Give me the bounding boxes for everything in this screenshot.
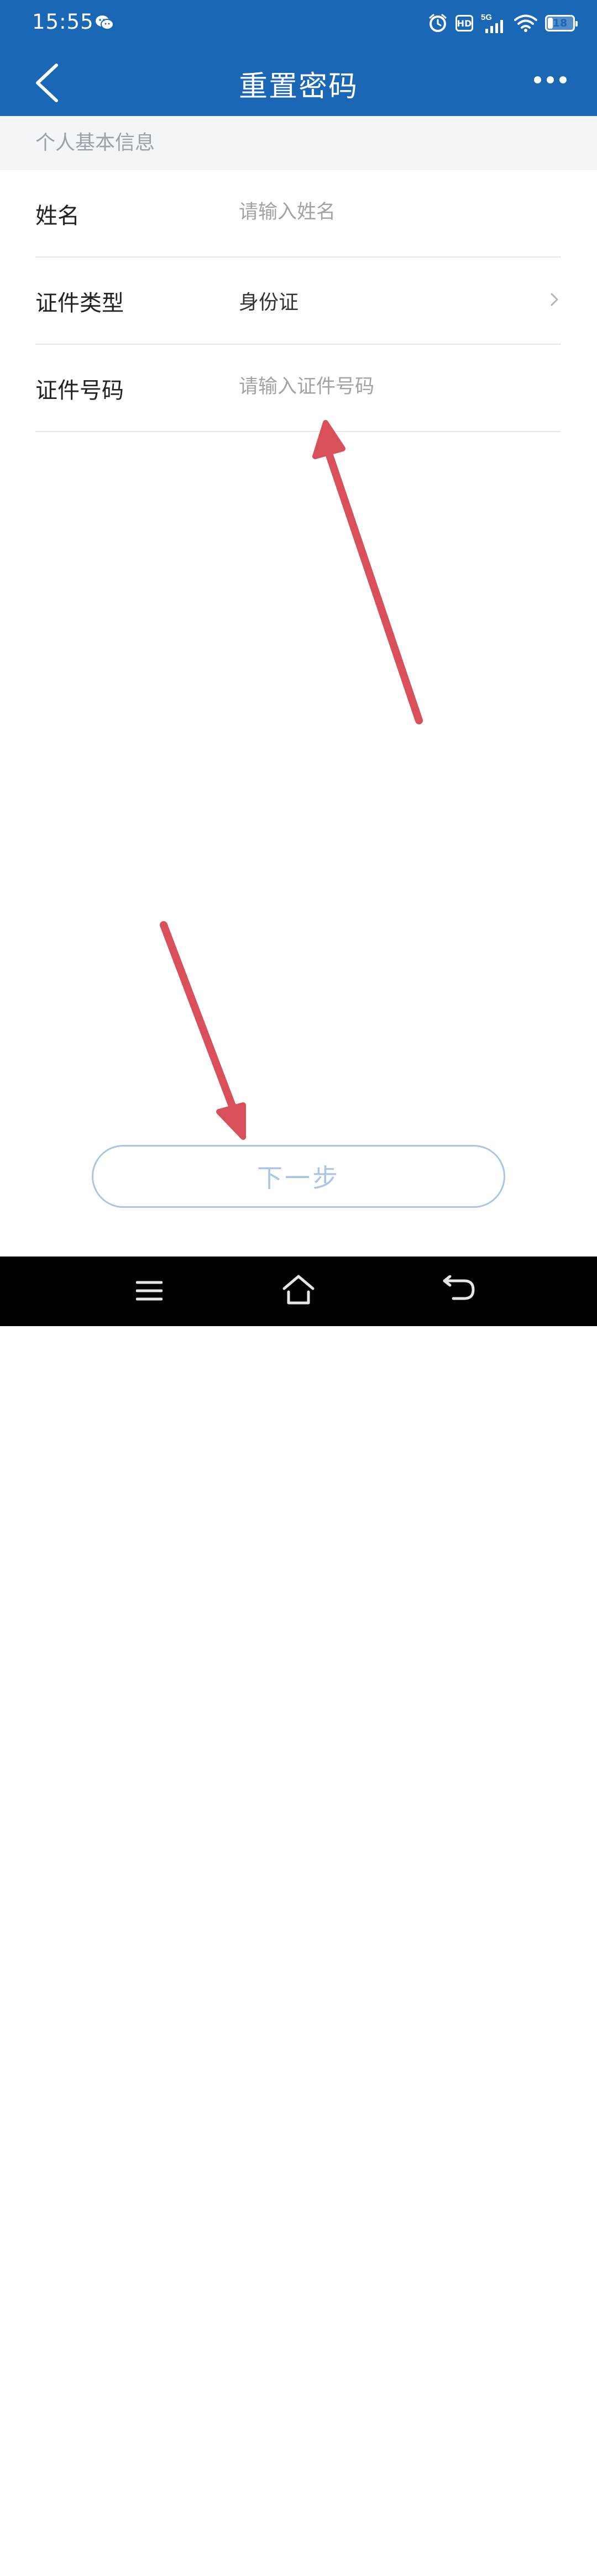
status-bar: 15:55 HD 5G 18 <box>0 0 597 46</box>
menu-icon[interactable] <box>136 1280 163 1302</box>
next-step-button[interactable]: 下一步 <box>92 1145 505 1208</box>
id-type-label: 证件类型 <box>35 291 124 316</box>
id-type-row[interactable]: 证件类型 身份证 <box>35 257 561 345</box>
more-dot <box>533 76 541 83</box>
more-dot <box>559 76 567 83</box>
back-icon[interactable] <box>442 1275 475 1304</box>
id-number-row: 证件号码 <box>35 345 561 432</box>
status-time: 15:55 <box>32 10 94 34</box>
annotation-arrow-down <box>160 921 246 1140</box>
title-bar: 重置密码 <box>0 46 597 116</box>
system-nav-bar: Baidu经验 jingyan.baidu.com <box>0 1257 597 2569</box>
status-icons: HD 5G 18 <box>428 10 578 36</box>
annotation-arrow-up <box>312 420 423 724</box>
id-type-value: 身份证 <box>239 291 299 314</box>
battery-fill <box>548 18 553 29</box>
battery-icon: 18 <box>545 15 578 31</box>
section-header: 个人基本信息 <box>0 116 597 170</box>
baidu-jingyan-watermark: Baidu经验 jingyan.baidu.com <box>442 2515 591 2576</box>
wechat-icon <box>96 15 114 30</box>
signal-5g-icon: 5G <box>481 13 503 33</box>
id-number-input[interactable] <box>239 369 537 404</box>
battery-level: 18 <box>552 17 568 29</box>
chevron-right-icon <box>551 293 558 306</box>
page-title: 重置密码 <box>238 70 358 103</box>
id-number-label: 证件号码 <box>35 378 124 403</box>
watermark-url: jingyan.baidu.com <box>453 2555 566 2569</box>
watermark-logo: Baidu经验 <box>442 2524 572 2553</box>
wifi-icon <box>514 14 537 32</box>
home-icon[interactable] <box>281 1273 316 1306</box>
more-options-button[interactable] <box>525 63 575 96</box>
network-label: 5G <box>481 13 492 22</box>
name-row: 姓名 <box>35 170 561 257</box>
name-label: 姓名 <box>35 203 80 229</box>
alarm-icon <box>429 14 447 32</box>
app-header: 15:55 HD 5G 18 重置密码 <box>0 0 597 116</box>
hd-icon: HD <box>455 15 473 31</box>
more-dot <box>546 76 554 83</box>
name-input[interactable] <box>239 194 537 230</box>
